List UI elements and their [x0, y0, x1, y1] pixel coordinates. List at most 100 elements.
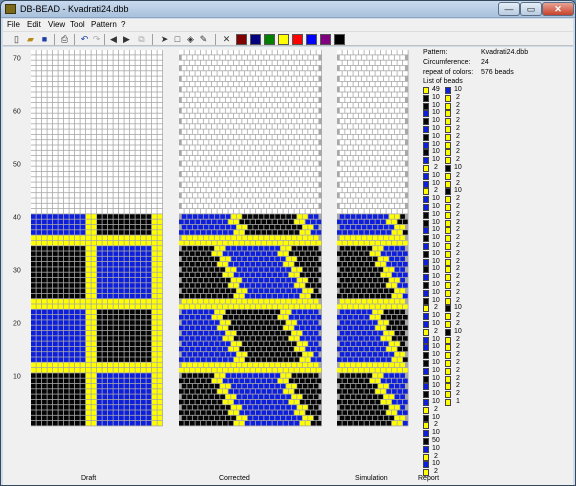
bead-cell[interactable] — [198, 118, 203, 124]
bead-cell[interactable] — [203, 97, 209, 103]
bead-cell[interactable] — [192, 129, 198, 135]
bead-cell[interactable] — [400, 150, 405, 156]
bead-cell[interactable] — [108, 60, 113, 66]
bead-cell[interactable] — [258, 118, 264, 124]
bead-cell[interactable] — [198, 87, 203, 92]
bead-cell[interactable] — [192, 330, 198, 336]
bead-cell[interactable] — [242, 405, 247, 410]
bead-cell[interactable] — [250, 262, 256, 267]
bead-cell[interactable] — [231, 235, 236, 241]
menu-help[interactable]: ? — [121, 20, 125, 29]
bead-cell[interactable] — [383, 65, 389, 71]
bead-cell[interactable] — [348, 219, 353, 225]
bead-cell[interactable] — [350, 150, 356, 156]
bead-cell[interactable] — [305, 368, 311, 373]
bead-cell[interactable] — [91, 87, 97, 92]
bead-cell[interactable] — [64, 410, 69, 415]
bead-cell[interactable] — [53, 293, 58, 299]
bead-cell[interactable] — [198, 288, 203, 294]
bead-cell[interactable] — [397, 134, 403, 140]
bead-cell[interactable] — [291, 161, 297, 166]
bead-cell[interactable] — [305, 357, 311, 362]
bead-cell[interactable] — [206, 103, 212, 108]
bead-cell[interactable] — [300, 325, 305, 331]
bead-cell[interactable] — [361, 76, 367, 82]
bead-cell[interactable] — [184, 251, 190, 256]
bead-cell[interactable] — [364, 156, 370, 161]
bead-cell[interactable] — [250, 272, 256, 278]
bead-cell[interactable] — [214, 267, 220, 272]
bead-cell[interactable] — [31, 171, 36, 177]
bead-cell[interactable] — [42, 357, 47, 362]
bead-cell[interactable] — [245, 198, 250, 203]
bead-cell[interactable] — [36, 235, 42, 241]
bead-cell[interactable] — [135, 309, 141, 315]
bead-cell[interactable] — [201, 410, 206, 415]
bead-cell[interactable] — [397, 187, 403, 193]
bead-cell[interactable] — [305, 272, 311, 278]
bead-cell[interactable] — [403, 71, 408, 76]
bead-cell[interactable] — [275, 182, 280, 188]
bead-cell[interactable] — [353, 315, 359, 320]
bead-cell[interactable] — [364, 113, 370, 119]
bead-cell[interactable] — [135, 299, 141, 304]
bead-cell[interactable] — [305, 134, 311, 140]
bead-cell[interactable] — [294, 219, 300, 225]
bead-cell[interactable] — [135, 118, 141, 124]
bead-cell[interactable] — [258, 277, 264, 283]
bead-cell[interactable] — [36, 330, 42, 336]
bead-cell[interactable] — [247, 182, 253, 188]
bead-cell[interactable] — [212, 50, 217, 55]
bead-cell[interactable] — [353, 92, 359, 97]
bead-cell[interactable] — [286, 108, 291, 113]
bead-cell[interactable] — [253, 224, 258, 230]
bead-cell[interactable] — [53, 193, 58, 198]
bead-cell[interactable] — [264, 224, 269, 230]
bead-cell[interactable] — [350, 277, 356, 283]
bead-cell[interactable] — [102, 182, 108, 188]
bead-cell[interactable] — [53, 224, 58, 230]
bead-cell[interactable] — [367, 362, 372, 368]
bead-cell[interactable] — [181, 97, 187, 103]
bead-cell[interactable] — [267, 187, 272, 193]
bead-cell[interactable] — [397, 145, 403, 150]
bead-cell[interactable] — [80, 193, 86, 198]
bead-cell[interactable] — [64, 118, 69, 124]
bead-cell[interactable] — [135, 336, 141, 341]
bead-cell[interactable] — [250, 50, 256, 55]
bead-cell[interactable] — [192, 299, 198, 304]
bead-cell[interactable] — [311, 357, 316, 362]
bead-cell[interactable] — [359, 399, 364, 405]
bead-cell[interactable] — [245, 81, 250, 87]
bead-cell[interactable] — [361, 118, 367, 124]
bead-cell[interactable] — [350, 235, 356, 241]
bead-cell[interactable] — [102, 346, 108, 352]
bead-cell[interactable] — [400, 288, 405, 294]
bead-cell[interactable] — [42, 394, 47, 400]
bead-cell[interactable] — [350, 330, 356, 336]
bead-cell[interactable] — [195, 410, 201, 415]
bead-cell[interactable] — [198, 362, 203, 368]
bead-cell[interactable] — [64, 346, 69, 352]
bead-cell[interactable] — [64, 97, 69, 103]
bead-cell[interactable] — [242, 330, 247, 336]
bead-cell[interactable] — [350, 352, 356, 357]
bead-cell[interactable] — [146, 415, 152, 421]
bead-cell[interactable] — [130, 145, 135, 150]
bead-cell[interactable] — [342, 336, 348, 341]
bead-cell[interactable] — [242, 171, 247, 177]
bead-cell[interactable] — [345, 108, 350, 113]
bead-cell[interactable] — [69, 235, 75, 241]
bead-cell[interactable] — [201, 346, 206, 352]
bead-cell[interactable] — [231, 193, 236, 198]
bead-cell[interactable] — [69, 87, 75, 92]
bead-cell[interactable] — [272, 304, 278, 309]
bead-cell[interactable] — [135, 150, 141, 156]
bead-cell[interactable] — [245, 410, 250, 415]
bead-cell[interactable] — [275, 373, 280, 378]
bead-cell[interactable] — [381, 60, 386, 66]
bead-cell[interactable] — [302, 129, 308, 135]
bead-cell[interactable] — [247, 235, 253, 241]
bead-cell[interactable] — [294, 378, 300, 384]
bead-cell[interactable] — [225, 182, 231, 188]
